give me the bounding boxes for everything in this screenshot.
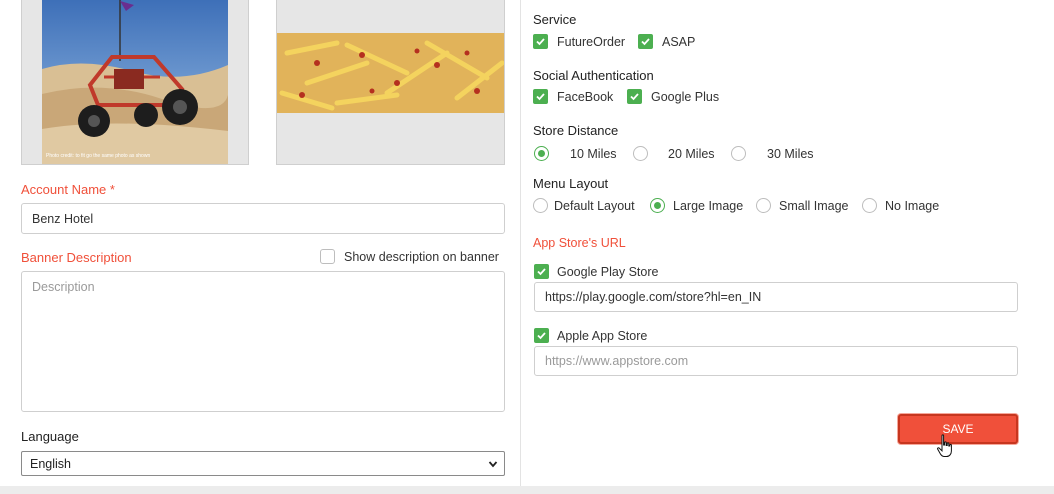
facebook-checkbox[interactable] bbox=[533, 89, 548, 104]
banner-description-textarea[interactable] bbox=[21, 271, 505, 412]
apple-store-label: Apple App Store bbox=[557, 329, 648, 343]
fries-image bbox=[277, 33, 504, 113]
distance-10-radio[interactable] bbox=[534, 146, 549, 161]
layout-large-radio[interactable] bbox=[650, 198, 665, 213]
apple-store-url-input[interactable] bbox=[534, 346, 1018, 376]
account-name-label: Account Name * bbox=[21, 182, 115, 197]
store-distance-label: Store Distance bbox=[533, 123, 619, 138]
layout-default-label: Default Layout bbox=[554, 199, 635, 213]
facebook-label: FaceBook bbox=[557, 90, 614, 104]
checkmark-icon bbox=[537, 332, 546, 340]
chevron-down-icon bbox=[488, 461, 498, 468]
bottom-strip bbox=[0, 486, 1054, 494]
google-plus-checkbox[interactable] bbox=[627, 89, 642, 104]
layout-small-label: Small Image bbox=[779, 199, 849, 213]
menu-layout-label: Menu Layout bbox=[533, 176, 609, 191]
google-play-url-input[interactable] bbox=[534, 282, 1018, 312]
layout-none-radio[interactable] bbox=[862, 198, 877, 213]
layout-none-label: No Image bbox=[885, 199, 940, 213]
distance-30-label: 30 Miles bbox=[767, 147, 814, 161]
language-label: Language bbox=[21, 429, 79, 444]
required-mark: * bbox=[109, 182, 115, 197]
logo-image-upload[interactable] bbox=[276, 0, 505, 165]
asap-checkbox[interactable] bbox=[638, 34, 653, 49]
language-select[interactable]: English bbox=[21, 451, 505, 476]
distance-30-radio[interactable] bbox=[731, 146, 746, 161]
futureorder-label: FutureOrder bbox=[557, 35, 626, 49]
checkmark-icon bbox=[536, 38, 545, 46]
banner-image-upload[interactable]: Photo credit: to fit go the same photo a… bbox=[21, 0, 249, 165]
checkmark-icon bbox=[641, 38, 650, 46]
hand-cursor-icon bbox=[937, 434, 952, 457]
futureorder-checkbox[interactable] bbox=[533, 34, 548, 49]
dune-buggy-image: Photo credit: to fit go the same photo a… bbox=[42, 0, 228, 164]
show-description-label: Show description on banner bbox=[344, 250, 499, 264]
app-store-url-label: App Store's URL bbox=[533, 236, 626, 250]
show-description-checkbox[interactable] bbox=[320, 249, 335, 264]
google-play-checkbox[interactable] bbox=[534, 264, 549, 279]
social-auth-label: Social Authentication bbox=[533, 68, 654, 83]
checkmark-icon bbox=[536, 93, 545, 101]
checkmark-icon bbox=[537, 268, 546, 276]
layout-large-label: Large Image bbox=[673, 199, 744, 213]
banner-description-label: Banner Description bbox=[21, 250, 132, 265]
distance-10-label: 10 Miles bbox=[570, 147, 617, 161]
checkmark-icon bbox=[630, 93, 639, 101]
asap-label: ASAP bbox=[662, 35, 696, 49]
distance-20-label: 20 Miles bbox=[668, 147, 715, 161]
account-name-label-text: Account Name bbox=[21, 182, 107, 197]
account-name-input[interactable] bbox=[21, 203, 505, 234]
language-selected-value: English bbox=[30, 456, 71, 471]
layout-small-radio[interactable] bbox=[756, 198, 771, 213]
apple-store-checkbox[interactable] bbox=[534, 328, 549, 343]
layout-default-radio[interactable] bbox=[533, 198, 548, 213]
google-plus-label: Google Plus bbox=[651, 90, 720, 104]
service-label: Service bbox=[533, 12, 577, 27]
distance-20-radio[interactable] bbox=[633, 146, 648, 161]
google-play-label: Google Play Store bbox=[557, 265, 659, 279]
save-button[interactable]: SAVE bbox=[898, 414, 1018, 444]
image-caption: Photo credit: to fit go the same photo a… bbox=[46, 153, 150, 159]
